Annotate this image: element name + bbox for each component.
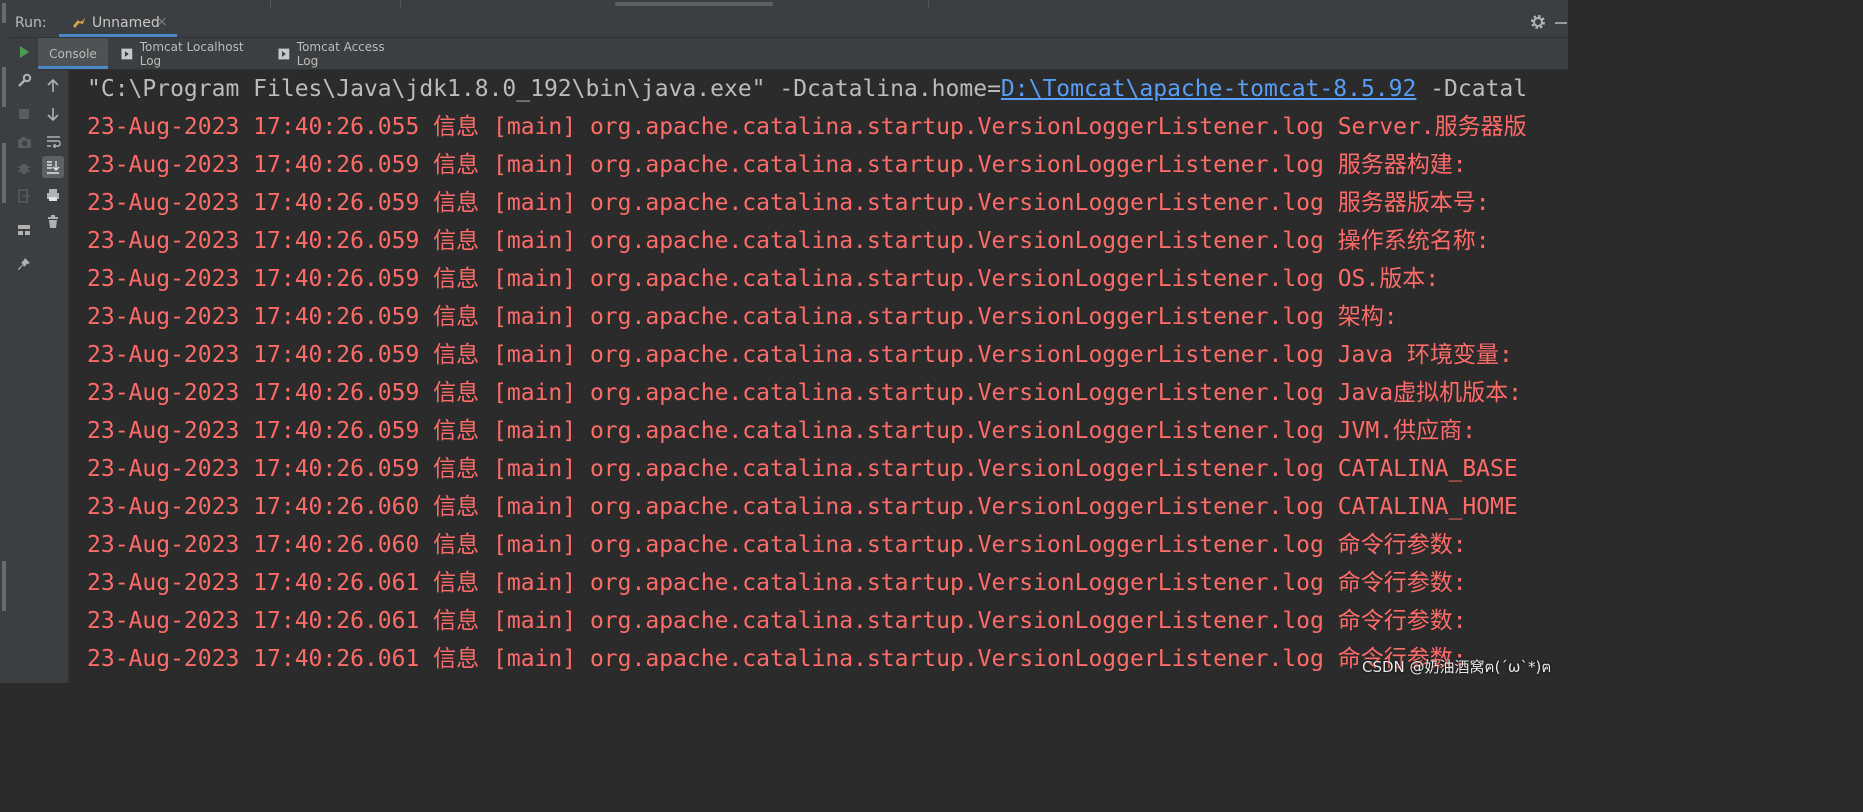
- layout-icon: [18, 225, 30, 235]
- trash-icon: [48, 215, 58, 228]
- rerun-button[interactable]: [14, 42, 34, 62]
- log-line: 23-Aug-2023 17:40:26.059 信息 [main] org.a…: [87, 266, 1440, 292]
- tab-tomcat-localhost-log-label: Tomcat Localhost Log: [139, 39, 244, 68]
- run-console-tabs: Console Tomcat Localhost Log Tomcat Acce…: [38, 38, 1568, 70]
- log-tab-icon: [121, 48, 133, 59]
- tab-tomcat-access-log[interactable]: Tomcat Access Log: [278, 38, 408, 69]
- strip-divider: [928, 0, 929, 8]
- edit-config-button[interactable]: [14, 70, 34, 90]
- log-line: 23-Aug-2023 17:40:26.059 信息 [main] org.a…: [87, 304, 1398, 330]
- command-text: "C:\Program Files\Java\jdk1.8.0_192\bin\…: [87, 76, 1001, 102]
- tomcat-icon: [73, 18, 85, 28]
- log-line: 23-Aug-2023 17:40:26.061 信息 [main] org.a…: [87, 570, 1467, 596]
- strip-divider: [270, 0, 271, 8]
- up-arrow-icon: [47, 79, 59, 92]
- run-config-tab-label: Unnamed: [92, 15, 160, 31]
- scroll-to-end-icon: [47, 161, 60, 174]
- log-line: 23-Aug-2023 17:40:26.060 信息 [main] org.a…: [87, 532, 1467, 558]
- pin-tab-button[interactable]: [14, 254, 34, 274]
- stop-button[interactable]: [14, 104, 34, 124]
- log-line: 23-Aug-2023 17:40:26.059 信息 [main] org.a…: [87, 228, 1490, 254]
- log-line: 23-Aug-2023 17:40:26.061 信息 [main] org.a…: [87, 608, 1467, 634]
- camera-icon: [17, 136, 31, 148]
- stop-icon: [19, 109, 29, 119]
- run-actions-toolbar: [9, 38, 39, 683]
- log-tab-icon: [278, 48, 290, 59]
- console-output[interactable]: "C:\Program Files\Java\jdk1.8.0_192\bin\…: [69, 70, 1568, 683]
- scroll-to-end-button[interactable]: [42, 156, 64, 178]
- restore-layout-button[interactable]: [14, 220, 34, 240]
- command-text-cont: -Dcatal: [1416, 76, 1528, 102]
- close-icon[interactable]: ×: [156, 14, 168, 30]
- log-line: 23-Aug-2023 17:40:26.059 信息 [main] org.a…: [87, 380, 1522, 406]
- tab-tomcat-access-log-label: Tomcat Access Log: [296, 39, 385, 68]
- print-icon: [47, 189, 59, 201]
- tool-window-stripe-button[interactable]: [2, 3, 6, 23]
- previous-occurrence-button[interactable]: [42, 75, 64, 97]
- run-config-tab[interactable]: Unnamed ×: [59, 9, 177, 37]
- next-occurrence-button[interactable]: [42, 103, 64, 125]
- log-line: 23-Aug-2023 17:40:26.059 信息 [main] org.a…: [87, 342, 1513, 368]
- csdn-watermark: CSDN @奶油酒窝ฅ(´ω`*)ฅ: [1362, 658, 1552, 676]
- down-arrow-icon: [47, 108, 59, 121]
- pin-icon: [18, 258, 30, 270]
- log-line: 23-Aug-2023 17:40:26.055 信息 [main] org.a…: [87, 114, 1527, 140]
- command-line: "C:\Program Files\Java\jdk1.8.0_192\bin\…: [87, 74, 1527, 104]
- gear-icon[interactable]: [1529, 13, 1547, 31]
- soft-wrap-button[interactable]: [42, 130, 64, 152]
- tool-window-stripe-button[interactable]: [2, 143, 6, 203]
- tab-tomcat-localhost-log[interactable]: Tomcat Localhost Log: [121, 38, 266, 69]
- run-label: Run:: [15, 15, 47, 31]
- strip-divider: [400, 0, 401, 8]
- console-toolbar: [38, 70, 69, 683]
- soft-wrap-icon: [46, 135, 61, 148]
- run-tool-window-header: Run: Unnamed ×: [9, 9, 1568, 38]
- active-tab-indicator: [59, 34, 177, 37]
- wrench-icon: [17, 73, 31, 87]
- log-line: 23-Aug-2023 17:40:26.059 信息 [main] org.a…: [87, 418, 1476, 444]
- screenshot-button[interactable]: [14, 132, 34, 152]
- tool-window-stripe-button[interactable]: [2, 67, 6, 107]
- debug-icon: [18, 164, 30, 174]
- clear-all-button[interactable]: [42, 211, 64, 233]
- log-line: 23-Aug-2023 17:40:26.061 信息 [main] org.a…: [87, 646, 1467, 672]
- tool-window-stripe-button[interactable]: [2, 561, 6, 611]
- tab-console-label: Console: [49, 46, 97, 61]
- rerun-icon: [20, 46, 29, 58]
- log-line: 23-Aug-2023 17:40:26.059 信息 [main] org.a…: [87, 456, 1518, 482]
- log-line: 23-Aug-2023 17:40:26.059 信息 [main] org.a…: [87, 190, 1490, 216]
- horizontal-scrollbar-thumb[interactable]: [615, 2, 773, 6]
- print-button[interactable]: [42, 184, 64, 206]
- exit-button[interactable]: [14, 186, 34, 206]
- tomcat-home-link[interactable]: D:\Tomcat\apache-tomcat-8.5.92: [1001, 76, 1416, 102]
- exit-icon: [18, 189, 30, 203]
- log-line: 23-Aug-2023 17:40:26.059 信息 [main] org.a…: [87, 152, 1467, 178]
- tab-console[interactable]: Console: [38, 38, 108, 69]
- debug-button[interactable]: [14, 158, 34, 178]
- log-line: 23-Aug-2023 17:40:26.060 信息 [main] org.a…: [87, 494, 1518, 520]
- minimize-icon[interactable]: [1555, 22, 1567, 24]
